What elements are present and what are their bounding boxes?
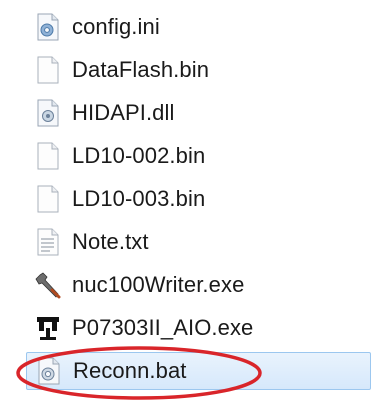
file-name: nuc100Writer.exe [72, 272, 245, 297]
file-name: HIDAPI.dll [72, 100, 175, 125]
file-item-nuc100writer-exe[interactable]: nuc100Writer.exe [26, 266, 371, 304]
file-item-config-ini[interactable]: config.ini [26, 8, 371, 46]
file-name: LD10-002.bin [72, 143, 206, 168]
file-item-dataflash-bin[interactable]: DataFlash.bin [26, 51, 371, 89]
wrench-app-icon [34, 270, 62, 300]
file-list: config.ini DataFlash.bin HIDAPI.dll LD10… [0, 0, 371, 405]
file-item-hidapi-dll[interactable]: HIDAPI.dll [26, 94, 371, 132]
file-name: LD10-003.bin [72, 186, 206, 211]
file-name: DataFlash.bin [72, 57, 210, 82]
blank-file-icon [34, 141, 62, 171]
file-item-ld10-003-bin[interactable]: LD10-003.bin [26, 180, 371, 218]
text-file-icon [34, 227, 62, 257]
batch-file-icon [35, 356, 63, 386]
blank-file-icon [34, 184, 62, 214]
file-name: Note.txt [72, 229, 149, 254]
file-name: config.ini [72, 14, 160, 39]
settings-file-icon [34, 12, 62, 42]
app-exe-icon [34, 313, 62, 343]
file-item-ld10-002-bin[interactable]: LD10-002.bin [26, 137, 371, 175]
blank-file-icon [34, 55, 62, 85]
file-item-reconn-bat[interactable]: Reconn.bat [26, 352, 371, 390]
file-name: Reconn.bat [73, 358, 187, 383]
file-item-note-txt[interactable]: Note.txt [26, 223, 371, 261]
dll-file-icon [34, 98, 62, 128]
file-name: P07303II_AIO.exe [72, 315, 254, 340]
file-item-p07303ii-aio-exe[interactable]: P07303II_AIO.exe [26, 309, 371, 347]
